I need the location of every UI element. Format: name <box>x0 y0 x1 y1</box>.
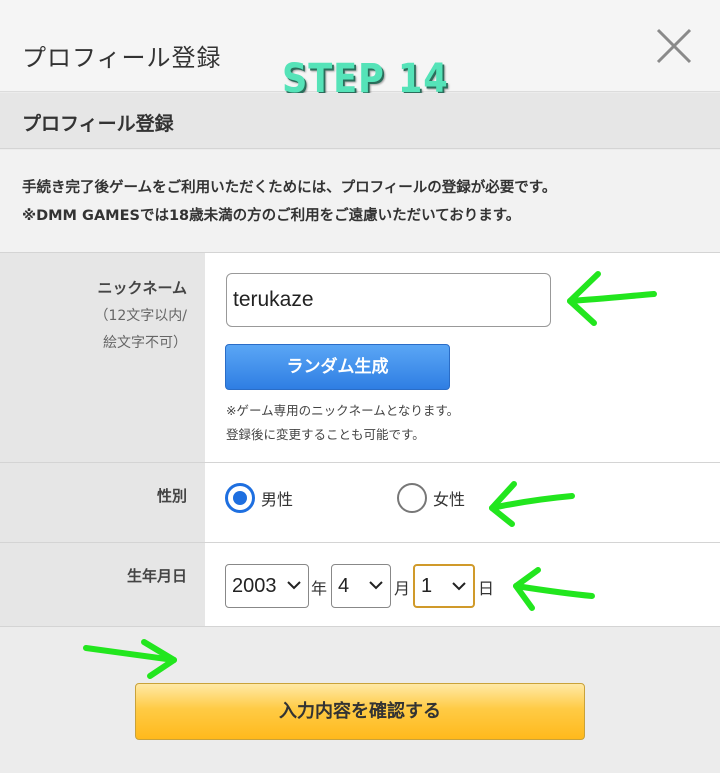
confirm-input-button[interactable]: 入力内容を確認する <box>135 683 585 740</box>
annotation-arrow-icon <box>567 271 657 326</box>
annotation-arrow-icon <box>83 639 177 679</box>
notice-text: 手続き完了後ゲームをご利用いただくためには、プロフィールの登録が必要です。 ※D… <box>0 150 720 253</box>
day-unit: 日 <box>478 579 495 598</box>
birthday-row: 生年月日 2003 年 4 月 1 日 <box>0 543 720 627</box>
random-generate-button[interactable]: ランダム生成 <box>225 344 450 390</box>
year-unit: 年 <box>311 579 328 598</box>
annotation-arrow-icon <box>513 567 595 611</box>
gender-radio-male[interactable]: 男性 <box>225 483 293 513</box>
nickname-constraint-line-2: 絵文字不可） <box>103 335 187 351</box>
birth-year-select[interactable]: 2003 <box>225 564 309 608</box>
radio-unselected-icon[interactable] <box>397 483 427 513</box>
nickname-note-line-1: ※ゲーム専用のニックネームとなります。 <box>226 403 460 418</box>
birth-year-value: 2003 <box>232 575 277 597</box>
gender-label: 性別 <box>156 487 187 505</box>
radio-selected-icon[interactable] <box>225 483 255 513</box>
nickname-note: ※ゲーム専用のニックネームとなります。 登録後に変更することも可能です。 <box>226 399 459 447</box>
section-title: プロフィール登録 <box>22 113 174 135</box>
chevron-down-icon <box>452 582 466 591</box>
nickname-label: ニックネーム <box>97 279 187 297</box>
close-icon[interactable] <box>652 24 696 68</box>
gender-row: 性別 男性 女性 <box>0 463 720 543</box>
birth-month-select[interactable]: 4 <box>331 564 391 608</box>
notice-line-1: 手続き完了後ゲームをご利用いただくためには、プロフィールの登録が必要です。 <box>22 180 557 196</box>
nickname-constraint: （12文字以内/ 絵文字不可） <box>94 303 187 357</box>
nickname-input[interactable]: terukaze <box>226 273 551 327</box>
chevron-down-icon <box>287 581 301 590</box>
section-header: プロフィール登録 <box>0 93 720 149</box>
notice-line-2: ※DMM GAMESでは18歳未満の方のご利用をご遠慮いただいております。 <box>22 208 521 224</box>
birth-day-select[interactable]: 1 <box>413 564 475 608</box>
dialog-title: プロフィール登録 <box>22 44 222 72</box>
birth-day-value: 1 <box>421 575 433 597</box>
month-unit: 月 <box>394 579 411 598</box>
annotation-arrow-icon <box>489 481 575 527</box>
birthday-label: 生年月日 <box>126 567 187 585</box>
nickname-constraint-line-1: （12文字以内/ <box>94 308 187 324</box>
gender-radio-female[interactable]: 女性 <box>397 483 465 513</box>
gender-option-label: 女性 <box>433 490 466 509</box>
chevron-down-icon <box>369 581 383 590</box>
nickname-note-line-2: 登録後に変更することも可能です。 <box>226 427 425 442</box>
birth-month-value: 4 <box>338 575 350 597</box>
gender-option-label: 男性 <box>261 490 294 509</box>
